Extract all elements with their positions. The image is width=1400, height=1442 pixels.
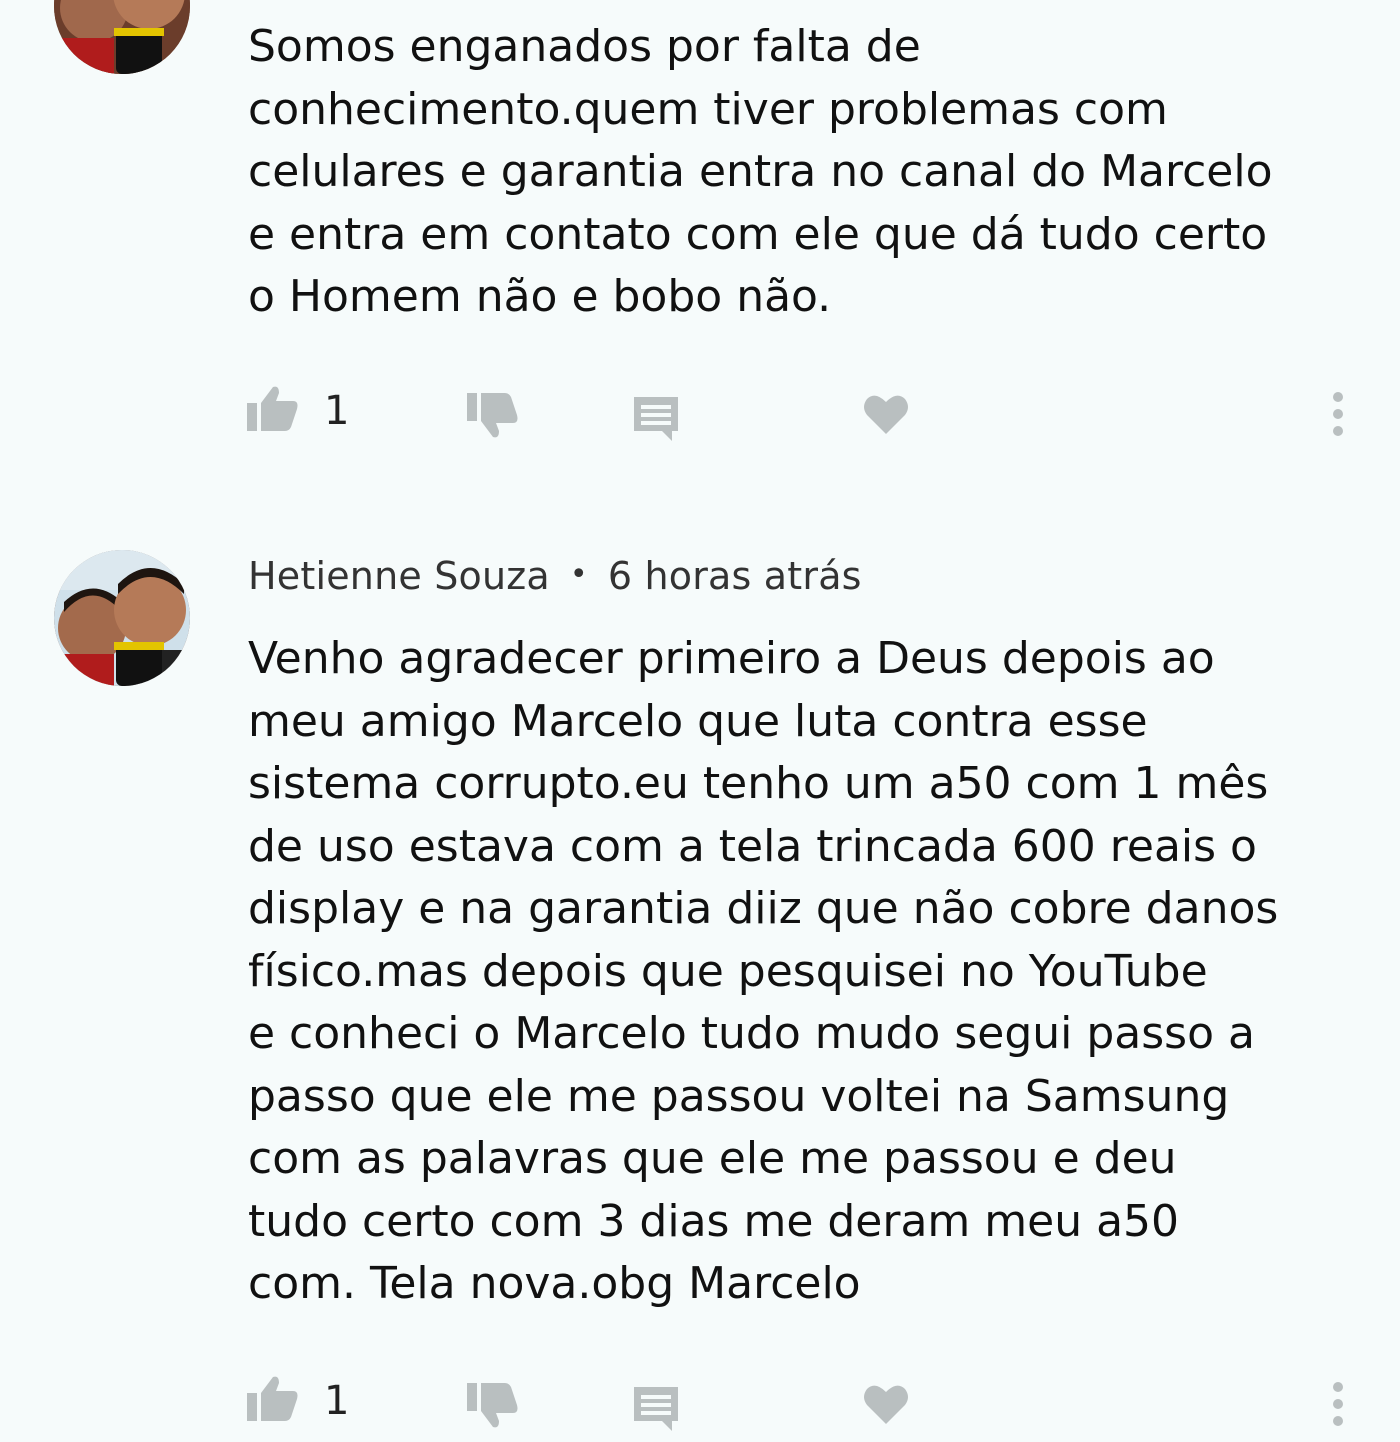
comment-actions: 1 [0, 1362, 1400, 1442]
separator-dot: • [569, 557, 588, 592]
dislike-button[interactable] [462, 1376, 522, 1436]
more-options-button[interactable] [1318, 386, 1358, 442]
dislike-button[interactable] [462, 386, 522, 446]
heart-button[interactable] [858, 386, 914, 442]
like-button[interactable] [244, 1370, 300, 1426]
reply-button[interactable] [628, 390, 684, 446]
comment-meta: Hetienne Souza • 6 horas atrás [248, 554, 862, 598]
comment-text: Venho agradecer primeiro a Deus depois a… [248, 633, 1279, 1309]
thumb-down-icon [467, 393, 518, 438]
avatar[interactable] [54, 0, 190, 74]
reply-button[interactable] [628, 1380, 684, 1436]
author-name[interactable]: Hetienne Souza [248, 554, 550, 598]
heart-button[interactable] [858, 1376, 914, 1432]
avatar[interactable] [54, 550, 190, 686]
like-count: 1 [324, 388, 350, 434]
thumb-up-icon [247, 1376, 298, 1421]
more-vertical-icon [1333, 1382, 1343, 1426]
comment-icon [634, 397, 678, 441]
comment-icon [634, 1387, 678, 1431]
timestamp: 6 horas atrás [607, 554, 862, 598]
heart-icon [864, 395, 908, 434]
comment-text: Somos enganados por falta de conheciment… [248, 21, 1273, 322]
heart-icon [864, 1385, 908, 1424]
thumb-up-icon [247, 386, 298, 431]
like-button[interactable] [244, 380, 300, 436]
more-vertical-icon [1333, 392, 1343, 436]
more-options-button[interactable] [1318, 1376, 1358, 1432]
like-count: 1 [324, 1378, 350, 1424]
comment-actions: 1 [0, 372, 1400, 452]
thumb-down-icon [467, 1383, 518, 1428]
